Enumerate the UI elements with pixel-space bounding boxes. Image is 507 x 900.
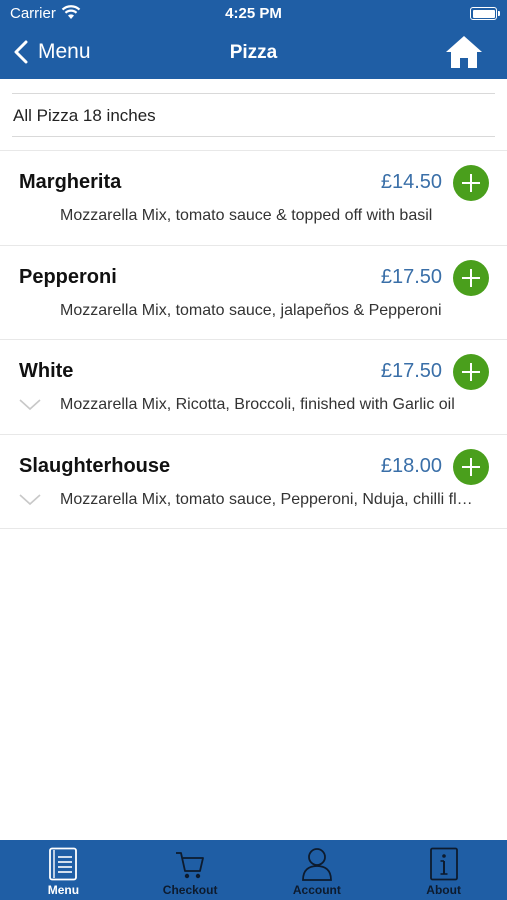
person-icon	[301, 848, 332, 881]
home-icon[interactable]	[445, 35, 483, 69]
add-item-button[interactable]	[453, 165, 489, 201]
add-item-button[interactable]	[453, 354, 489, 390]
menu-item-pepperoni[interactable]: Pepperoni £17.50 Mozzarella Mix, tomato …	[0, 246, 507, 340]
tab-about[interactable]: About	[380, 840, 507, 900]
category-subheader: All Pizza 18 inches	[12, 93, 495, 137]
item-price: £17.50	[380, 360, 442, 382]
item-price: £14.50	[380, 171, 442, 193]
tab-label: Account	[292, 883, 341, 897]
tab-label: About	[426, 883, 461, 897]
menu-book-icon	[49, 847, 78, 881]
menu-item-margherita[interactable]: Margherita £14.50 Mozzarella Mix, tomato…	[0, 151, 507, 246]
menu-item-slaughterhouse[interactable]: Slaughterhouse £18.00 Mozzarella Mix, to…	[0, 435, 507, 529]
menu-item-list: Margherita £14.50 Mozzarella Mix, tomato…	[0, 150, 507, 529]
chevron-down-icon[interactable]	[18, 493, 42, 507]
battery-icon	[470, 7, 500, 20]
item-price: £18.00	[380, 454, 442, 477]
cart-icon	[176, 852, 205, 879]
item-description: Mozzarella Mix, tomato sauce & topped of…	[60, 207, 433, 224]
item-name: White	[19, 360, 74, 382]
page-title: Pizza	[229, 42, 278, 63]
item-name: Slaughterhouse	[19, 454, 171, 477]
item-description: Mozzarella Mix, tomato sauce, Pepperoni,…	[60, 490, 480, 508]
item-name: Margherita	[19, 171, 122, 193]
tab-checkout[interactable]: Checkout	[127, 840, 254, 900]
category-subheader-text: All Pizza 18 inches	[13, 106, 156, 125]
add-item-button[interactable]	[453, 448, 489, 485]
item-price: £17.50	[380, 265, 442, 288]
item-name: Pepperoni	[19, 265, 117, 288]
add-item-button[interactable]	[453, 259, 489, 296]
info-icon	[429, 847, 458, 881]
status-time: 4:25 PM	[225, 5, 282, 22]
tab-account[interactable]: Account	[254, 840, 381, 900]
item-description: Mozzarella Mix, Ricotta, Broccoli, finis…	[60, 396, 455, 413]
tab-label: Checkout	[162, 883, 218, 897]
tab-menu[interactable]: Menu	[0, 840, 127, 900]
chevron-down-icon[interactable]	[18, 398, 42, 412]
menu-item-white[interactable]: White £17.50 Mozzarella Mix, Ricotta, Br…	[0, 340, 507, 435]
navigation-bar: Carrier 4:25 PM Menu Pizza	[0, 0, 507, 79]
item-description: Mozzarella Mix, tomato sauce, jalapeños …	[60, 301, 442, 319]
tab-bar: Menu Checkout Account About	[0, 840, 507, 900]
status-bar: Carrier 4:25 PM	[0, 0, 507, 28]
tab-label: Menu	[47, 883, 80, 897]
